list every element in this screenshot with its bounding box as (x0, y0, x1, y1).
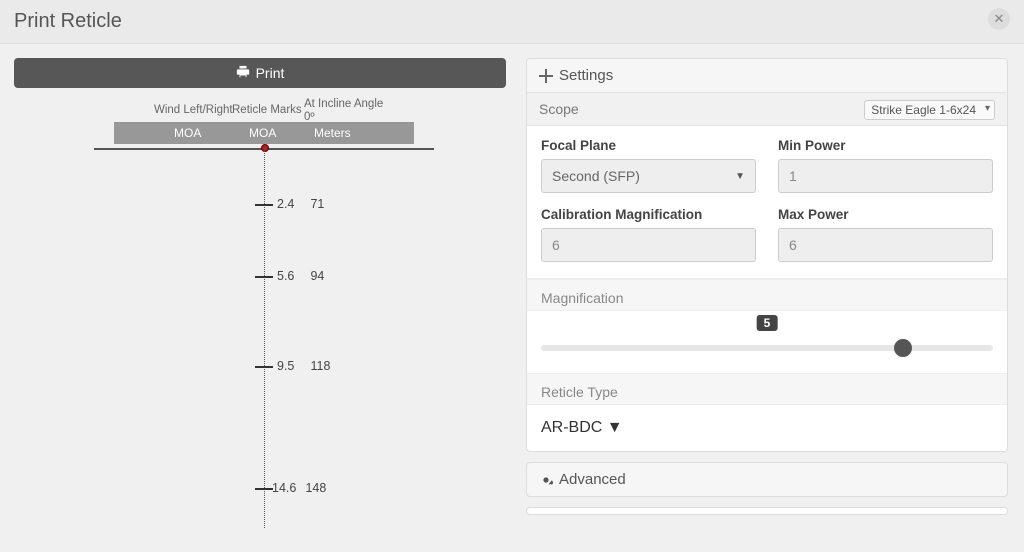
close-button[interactable]: ✕ (988, 8, 1010, 30)
focal-plane-select[interactable]: Second (SFP) ▼ (541, 159, 756, 193)
settings-panel: Settings Scope Strike Eagle 1-6x24 Focal… (526, 58, 1008, 452)
print-button-label: Print (256, 65, 285, 81)
min-power-field: Min Power 1 (778, 138, 993, 193)
settings-title: Settings (559, 67, 613, 84)
focal-plane-label: Focal Plane (541, 138, 756, 153)
left-panel: Print Wind Left/Right Reticle Marks At I… (14, 58, 506, 538)
print-icon (236, 65, 250, 82)
units-bar: MOA MOA Meters (114, 122, 414, 144)
unit-wind: MOA (174, 126, 201, 140)
advanced-panel-header[interactable]: Advanced (526, 462, 1008, 497)
reticle-preview: Wind Left/Right Reticle Marks At Incline… (14, 98, 506, 538)
gear-icon (539, 473, 553, 487)
chevron-down-icon: ▼ (735, 171, 745, 182)
scope-fields-section: Focal Plane Second (SFP) ▼ Min Power 1 (527, 126, 1007, 279)
reticle-type-wrap: AR-BDC ▼ (527, 405, 1007, 451)
hash-mark (255, 366, 273, 368)
move-icon (539, 69, 553, 83)
content-area: Print Wind Left/Right Reticle Marks At I… (0, 44, 1024, 552)
cal-mag-field: Calibration Magnification 6 (541, 207, 756, 262)
unit-marks: MOA (249, 126, 276, 140)
right-panel: Settings Scope Strike Eagle 1-6x24 Focal… (526, 58, 1008, 538)
chevron-down-icon: ▼ (607, 419, 623, 436)
reticle-type-header: Reticle Type (527, 374, 1007, 405)
wind-label: Wind Left/Right (154, 104, 233, 116)
min-power-input[interactable]: 1 (778, 159, 993, 193)
hash-mark (255, 488, 273, 490)
max-power-input[interactable]: 6 (778, 228, 993, 262)
cal-mag-label: Calibration Magnification (541, 207, 756, 222)
magnification-slider-wrap: 5 (527, 311, 1007, 374)
advanced-label: Advanced (559, 471, 626, 488)
magnification-value-badge: 5 (757, 315, 778, 331)
slider-thumb[interactable] (894, 339, 912, 357)
dialog-header: Print Reticle ✕ (0, 0, 1024, 44)
print-button[interactable]: Print (14, 58, 506, 88)
hash-row: 9.5 118 (277, 359, 330, 373)
hash-mark (255, 204, 273, 206)
max-power-label: Max Power (778, 207, 993, 222)
scope-row: Scope Strike Eagle 1-6x24 (527, 93, 1007, 126)
cal-mag-input[interactable]: 6 (541, 228, 756, 262)
magnification-slider[interactable] (541, 345, 993, 351)
min-power-label: Min Power (778, 138, 993, 153)
scope-select[interactable]: Strike Eagle 1-6x24 (864, 100, 995, 120)
scope-select-wrap[interactable]: Strike Eagle 1-6x24 (864, 101, 995, 117)
hash-row: 5.6 94 (277, 269, 324, 283)
next-panel-peek (526, 507, 1008, 515)
focal-plane-field: Focal Plane Second (SFP) ▼ (541, 138, 756, 193)
max-power-field: Max Power 6 (778, 207, 993, 262)
hash-row: 2.4 71 (277, 197, 324, 211)
incline-label: At Incline Angle 0º (304, 98, 383, 124)
hash-mark (255, 276, 273, 278)
scope-label: Scope (539, 101, 579, 117)
settings-header: Settings (527, 59, 1007, 93)
reticle-type-select[interactable]: AR-BDC ▼ (541, 419, 993, 437)
hash-row: 14.6 148 (272, 481, 326, 495)
magnification-header: Magnification (527, 279, 1007, 311)
unit-dist: Meters (314, 126, 351, 140)
page-title: Print Reticle (14, 10, 1010, 33)
marks-label: Reticle Marks (232, 104, 302, 116)
